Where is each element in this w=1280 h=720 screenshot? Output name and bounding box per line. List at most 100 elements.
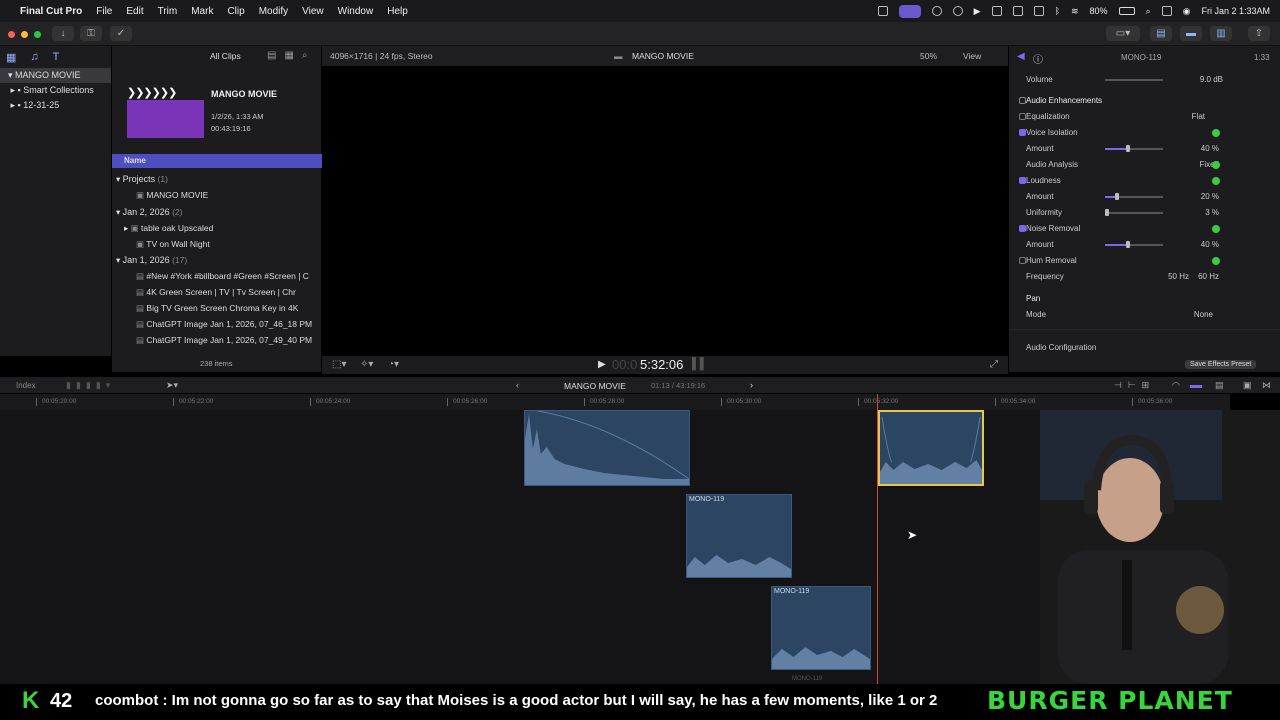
list-item[interactable]: ▤ 4K Green Screen | TV | Tv Screen | Chr: [112, 284, 322, 300]
titles-icon[interactable]: T: [53, 51, 60, 63]
filter-menu[interactable]: All Clips: [210, 51, 241, 61]
menu-help[interactable]: Help: [387, 6, 408, 17]
viewer-canvas[interactable]: [322, 66, 1008, 356]
inspector-row-value2[interactable]: 60 Hz: [1189, 272, 1219, 281]
inspector-toggle-icon[interactable]: ▥: [1210, 26, 1232, 41]
grid-icon[interactable]: [1012, 6, 1023, 16]
amount-slider[interactable]: [1105, 196, 1163, 198]
inspector-row-value[interactable]: 50 Hz: [1143, 272, 1189, 281]
volume-icon[interactable]: [991, 6, 1002, 16]
list-item[interactable]: ▸ ▣ table oak Upscaled: [112, 220, 322, 236]
transform-icon[interactable]: ⬚▾: [332, 359, 346, 370]
view-menu[interactable]: View: [963, 51, 981, 61]
photos-icon[interactable]: ♫: [30, 51, 38, 63]
libraries-icon[interactable]: ▦: [6, 51, 16, 64]
timeline-ruler[interactable]: 00:05:20:00 00:05:22:00 00:05:24:00 00:05:2…: [0, 394, 1230, 410]
slider-knob[interactable]: [1126, 241, 1131, 248]
screen-record-icon[interactable]: [898, 4, 921, 18]
transitions-icon[interactable]: ⋈: [1262, 380, 1271, 391]
enhance-icon[interactable]: ✧▾: [360, 359, 373, 370]
inspector-row-value[interactable]: 20 %: [1179, 192, 1219, 201]
inspector-row-value[interactable]: Flat: [1179, 112, 1205, 121]
menu-window[interactable]: Window: [338, 6, 374, 17]
info-icon[interactable]: ⓘ: [1033, 51, 1043, 66]
playhead[interactable]: [877, 394, 878, 684]
index-button[interactable]: Index: [16, 381, 36, 390]
effects-browser-icon[interactable]: ▣: [1243, 380, 1252, 391]
timeline-tools-icon[interactable]: ⊣⊢⊞: [1114, 380, 1155, 391]
back-arrow-icon[interactable]: ‹: [516, 380, 519, 390]
audio-clip-selected[interactable]: [878, 410, 984, 486]
zoom-menu[interactable]: 50%: [920, 51, 937, 61]
slider-knob[interactable]: [1126, 145, 1131, 152]
slider-knob[interactable]: [1114, 193, 1119, 200]
volume-value[interactable]: 9.0 dB: [1199, 75, 1223, 84]
fullscreen-icon[interactable]: ⤢: [990, 359, 998, 370]
layout-icon[interactable]: ▭▾: [1106, 26, 1140, 41]
audio-clip[interactable]: [524, 410, 690, 486]
circle-icon[interactable]: [931, 6, 942, 16]
siri-icon[interactable]: ◉: [1183, 6, 1191, 17]
group-date[interactable]: ▾ Jan 2, 2026 (2): [112, 204, 322, 220]
amount-slider[interactable]: [1105, 244, 1163, 246]
share-icon[interactable]: ⇧: [1248, 26, 1270, 41]
inspector-row-value[interactable]: 40 %: [1179, 144, 1219, 153]
browser-toggle-icon[interactable]: ▤: [1150, 26, 1172, 41]
play-button[interactable]: ▶: [598, 359, 606, 370]
amount-slider[interactable]: [1105, 148, 1163, 150]
search-icon[interactable]: ⌕: [1146, 6, 1151, 17]
battery-icon[interactable]: [1118, 7, 1135, 15]
menu-view[interactable]: View: [302, 6, 324, 17]
menu-modify[interactable]: Modify: [259, 6, 288, 17]
inspector-row-value[interactable]: 3 %: [1179, 208, 1219, 217]
minimize-button[interactable]: [21, 31, 28, 38]
keyword-icon[interactable]: ⚿: [80, 26, 102, 41]
control-center-icon[interactable]: [1161, 6, 1172, 16]
group-projects[interactable]: ▾ Projects (1): [112, 171, 322, 187]
menu-edit[interactable]: Edit: [126, 6, 143, 17]
forward-arrow-icon[interactable]: ›: [750, 380, 753, 390]
play-icon[interactable]: ▶: [974, 6, 981, 17]
background-tasks-icon[interactable]: ✓: [110, 26, 132, 41]
audio-clip[interactable]: MONO-119: [771, 586, 871, 670]
enable-checkbox[interactable]: [1019, 257, 1026, 264]
menu-file[interactable]: File: [96, 6, 112, 17]
list-item[interactable]: ▤ Big TV Green Screen Chroma Key in 4K: [112, 300, 322, 316]
column-header-name[interactable]: Name: [112, 154, 322, 168]
project-thumbnail[interactable]: ❯❯❯❯❯❯: [127, 86, 204, 138]
timeline-toggle-icon[interactable]: ▬: [1180, 26, 1202, 41]
enable-checkbox[interactable]: [1019, 177, 1026, 184]
list-item[interactable]: ▣ TV on Wall Night: [112, 236, 322, 252]
wifi-icon[interactable]: ≋: [1071, 6, 1079, 17]
amount-slider[interactable]: [1105, 212, 1163, 214]
group-date[interactable]: ▾ Jan 1, 2026 (17): [112, 252, 322, 268]
zoom-button[interactable]: [34, 31, 41, 38]
inspector-row-value[interactable]: 40 %: [1179, 240, 1219, 249]
enable-checkbox[interactable]: [1019, 129, 1026, 136]
audio-clip[interactable]: MONO-119: [686, 494, 792, 578]
slider-knob[interactable]: [1104, 209, 1109, 216]
save-preset-button[interactable]: Save Effects Preset: [1185, 360, 1257, 369]
import-button[interactable]: ↓: [52, 26, 74, 41]
list-item[interactable]: ▤ ChatGPT Image Jan 1, 2026, 07_49_40 PM: [112, 332, 322, 348]
view-options-icon[interactable]: ▤▦⌕: [267, 50, 316, 61]
display-icon[interactable]: [1033, 6, 1044, 16]
audio-inspector-icon[interactable]: ◀: [1017, 51, 1025, 62]
close-button[interactable]: [8, 31, 15, 38]
enable-checkbox[interactable]: [1019, 225, 1026, 232]
library-item-mango-movie[interactable]: ▾ MANGO MOVIE: [0, 68, 111, 83]
mode-value[interactable]: None: [1179, 310, 1213, 319]
select-tool-icon[interactable]: ➤▾: [166, 380, 178, 391]
list-item[interactable]: ▤ ChatGPT Image Jan 1, 2026, 07_46_18 PM: [112, 316, 322, 332]
enable-checkbox[interactable]: [1019, 113, 1026, 120]
menu-mark[interactable]: Mark: [191, 6, 213, 17]
timeline-project-title[interactable]: MANGO MOVIE: [564, 381, 626, 391]
edit-tools-icon[interactable]: ▮▮▮▮▾: [66, 380, 115, 391]
volume-slider[interactable]: [1105, 79, 1163, 81]
globe-icon[interactable]: [952, 6, 963, 16]
list-item[interactable]: ▤ #New #York #billboard #Green #Screen |…: [112, 268, 322, 284]
library-item-smart-collections[interactable]: ▸ ▪ Smart Collections: [0, 83, 111, 98]
menu-clip[interactable]: Clip: [227, 6, 244, 17]
app-menu[interactable]: Final Cut Pro: [20, 6, 82, 17]
disclosure-icon[interactable]: ▾: [8, 70, 13, 80]
